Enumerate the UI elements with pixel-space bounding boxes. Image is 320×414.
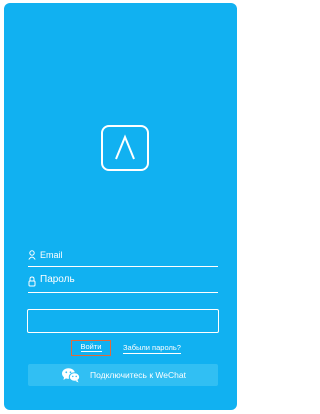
- wechat-label: Подключитесь к WeChat: [90, 370, 186, 380]
- wechat-connect-button[interactable]: Подключитесь к WeChat: [28, 364, 218, 386]
- lock-icon: [28, 276, 36, 287]
- user-icon: [28, 250, 36, 260]
- forgot-password-link[interactable]: Забыли пароль?: [123, 342, 181, 354]
- password-field[interactable]: Пароль: [28, 274, 218, 293]
- email-field[interactable]: Email: [28, 248, 218, 267]
- email-placeholder: Email: [40, 250, 63, 260]
- app-logo-icon: [101, 125, 149, 171]
- code-input[interactable]: [27, 309, 219, 333]
- wechat-icon: [61, 367, 81, 383]
- login-label: Войти: [80, 342, 102, 352]
- login-button[interactable]: Войти: [71, 340, 111, 356]
- password-placeholder: Пароль: [40, 274, 75, 285]
- login-screen: Email Пароль Войти Забыли пароль? Подклю…: [4, 3, 237, 410]
